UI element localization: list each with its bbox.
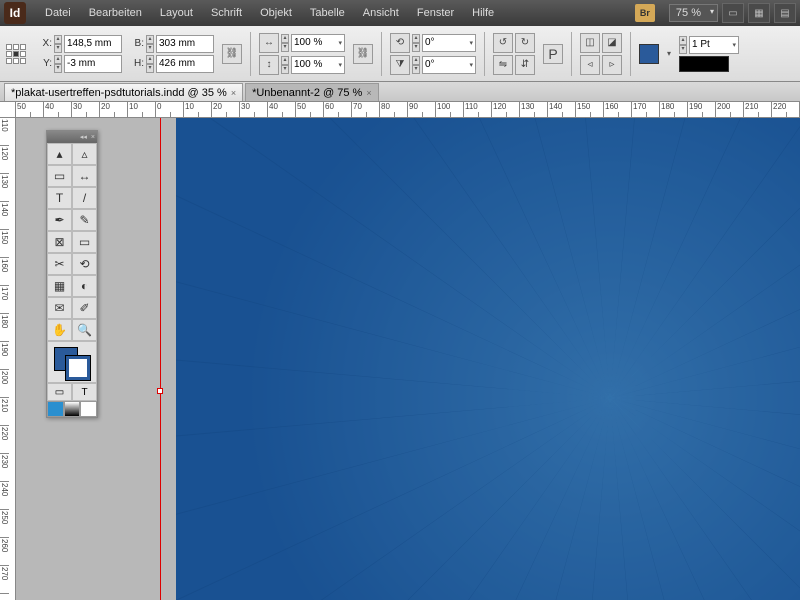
document-tab-2[interactable]: *Unbenannt-2 @ 75 %× xyxy=(245,83,379,101)
type-tool[interactable]: T xyxy=(47,187,72,209)
shear-icon: ⧩ xyxy=(390,55,410,75)
h-label: H: xyxy=(130,58,144,69)
flip-v-icon[interactable]: ⇵ xyxy=(515,55,535,75)
workspace-switcher-icon[interactable]: ▤ xyxy=(774,3,796,23)
note-tool[interactable]: ✉ xyxy=(47,297,72,319)
screen-mode-icon[interactable]: ▭ xyxy=(722,3,744,23)
menu-schrift[interactable]: Schrift xyxy=(202,3,251,23)
document-tab-bar: *plakat-usertreffen-psdtutorials.indd @ … xyxy=(0,82,800,102)
gradient-feather-tool[interactable]: ◐ xyxy=(72,275,97,297)
select-prev-icon[interactable]: ◃ xyxy=(580,55,600,75)
menu-tabelle[interactable]: Tabelle xyxy=(301,3,354,23)
select-container-icon[interactable]: ◫ xyxy=(580,33,600,53)
width-input[interactable]: 303 mm xyxy=(156,35,214,53)
formatting-container-icon[interactable]: ▭ xyxy=(47,383,72,401)
eyedropper-tool[interactable]: ✐ xyxy=(72,297,97,319)
zoom-tool[interactable]: 🔍 xyxy=(72,319,97,341)
formatting-text-icon[interactable]: T xyxy=(72,383,97,401)
y-input[interactable]: -3 mm xyxy=(64,55,122,73)
vertical-ruler[interactable]: 1101201301401501601701801902002102202302… xyxy=(0,118,16,600)
paragraph-style-icon[interactable]: P xyxy=(543,44,563,64)
pen-tool[interactable]: ✒ xyxy=(47,209,72,231)
close-tab-icon[interactable]: × xyxy=(366,88,371,98)
rotate-icon: ⟲ xyxy=(390,33,410,53)
collapse-icon[interactable]: ◂◂ xyxy=(80,133,87,141)
scissors-tool[interactable]: ✂ xyxy=(47,253,72,275)
tools-panel: ◂◂× ▴▵▭↔T/✒✎⊠▭✂⟲▦◐✉✐✋🔍▭T xyxy=(46,130,98,418)
gradient-swatch-tool[interactable]: ▦ xyxy=(47,275,72,297)
scale-x-icon: ↔ xyxy=(259,33,279,53)
flip-h-icon[interactable]: ⇋ xyxy=(493,55,513,75)
constrain-scale-icon[interactable]: ⛓ xyxy=(353,44,373,64)
scale-y-icon: ↕ xyxy=(259,55,279,75)
artwork-sunburst[interactable] xyxy=(176,118,800,600)
arrange-documents-icon[interactable]: ▦ xyxy=(748,3,770,23)
menu-layout[interactable]: Layout xyxy=(151,3,202,23)
rotate-cw-icon[interactable]: ↻ xyxy=(515,33,535,53)
menu-hilfe[interactable]: Hilfe xyxy=(463,3,503,23)
tools-panel-header[interactable]: ◂◂× xyxy=(47,131,97,143)
apply-none-icon[interactable] xyxy=(80,401,97,417)
close-tab-icon[interactable]: × xyxy=(231,88,236,98)
control-panel: X:▴▾148,5 mm Y:▴▾-3 mm B:▴▾303 mm H:▴▾42… xyxy=(0,26,800,82)
menu-fenster[interactable]: Fenster xyxy=(408,3,463,23)
rectangle-tool[interactable]: ▭ xyxy=(72,231,97,253)
rectangle-frame-tool[interactable]: ⊠ xyxy=(47,231,72,253)
hand-tool[interactable]: ✋ xyxy=(47,319,72,341)
menu-bearbeiten[interactable]: Bearbeiten xyxy=(80,3,151,23)
w-label: B: xyxy=(130,38,144,49)
stroke-weight-input[interactable]: 1 Pt xyxy=(689,36,739,54)
select-content-icon[interactable]: ◪ xyxy=(602,33,622,53)
anchor-point[interactable] xyxy=(157,388,163,394)
canvas[interactable]: ◂◂× ▴▵▭↔T/✒✎⊠▭✂⟲▦◐✉✐✋🔍▭T xyxy=(16,118,800,600)
y-label: Y: xyxy=(38,58,52,69)
stroke-style-dropdown[interactable] xyxy=(679,56,729,72)
fill-swatch[interactable] xyxy=(639,44,659,64)
ruler-origin[interactable] xyxy=(0,102,16,118)
apply-color-icon[interactable] xyxy=(47,401,64,417)
zoom-level-dropdown[interactable]: 75 % xyxy=(669,4,718,22)
selection-tool[interactable]: ▴ xyxy=(47,143,72,165)
page-tool[interactable]: ▭ xyxy=(47,165,72,187)
select-next-icon[interactable]: ▹ xyxy=(602,55,622,75)
bridge-icon[interactable]: Br xyxy=(635,4,655,22)
direct-selection-tool[interactable]: ▵ xyxy=(72,143,97,165)
fill-stroke-proxy[interactable] xyxy=(47,341,97,383)
apply-gradient-icon[interactable] xyxy=(64,401,81,417)
shear-input[interactable]: 0° xyxy=(422,56,476,74)
page-edge-guide xyxy=(160,118,161,600)
document-tab-1[interactable]: *plakat-usertreffen-psdtutorials.indd @ … xyxy=(4,83,243,101)
stroke-color-swatch[interactable] xyxy=(66,356,90,380)
menu-datei[interactable]: Datei xyxy=(36,3,80,23)
scale-y-input[interactable]: 100 % xyxy=(291,56,345,74)
height-input[interactable]: 426 mm xyxy=(156,55,214,73)
free-transform-tool[interactable]: ⟲ xyxy=(72,253,97,275)
x-input[interactable]: 148,5 mm xyxy=(64,35,122,53)
constrain-proportions-icon[interactable]: ⛓ xyxy=(222,44,242,64)
horizontal-ruler[interactable]: 5040302010010203040506070809010011012013… xyxy=(16,102,800,118)
pencil-tool[interactable]: ✎ xyxy=(72,209,97,231)
menu-ansicht[interactable]: Ansicht xyxy=(354,3,408,23)
menu-objekt[interactable]: Objekt xyxy=(251,3,301,23)
x-label: X: xyxy=(38,38,52,49)
rotate-input[interactable]: 0° xyxy=(422,34,476,52)
line-tool[interactable]: / xyxy=(72,187,97,209)
reference-point-selector[interactable] xyxy=(6,44,26,64)
rotate-ccw-icon[interactable]: ↺ xyxy=(493,33,513,53)
app-icon: Id xyxy=(4,2,26,24)
gap-tool[interactable]: ↔ xyxy=(72,165,97,187)
menu-bar: Id DateiBearbeitenLayoutSchriftObjektTab… xyxy=(0,0,800,26)
scale-x-input[interactable]: 100 % xyxy=(291,34,345,52)
